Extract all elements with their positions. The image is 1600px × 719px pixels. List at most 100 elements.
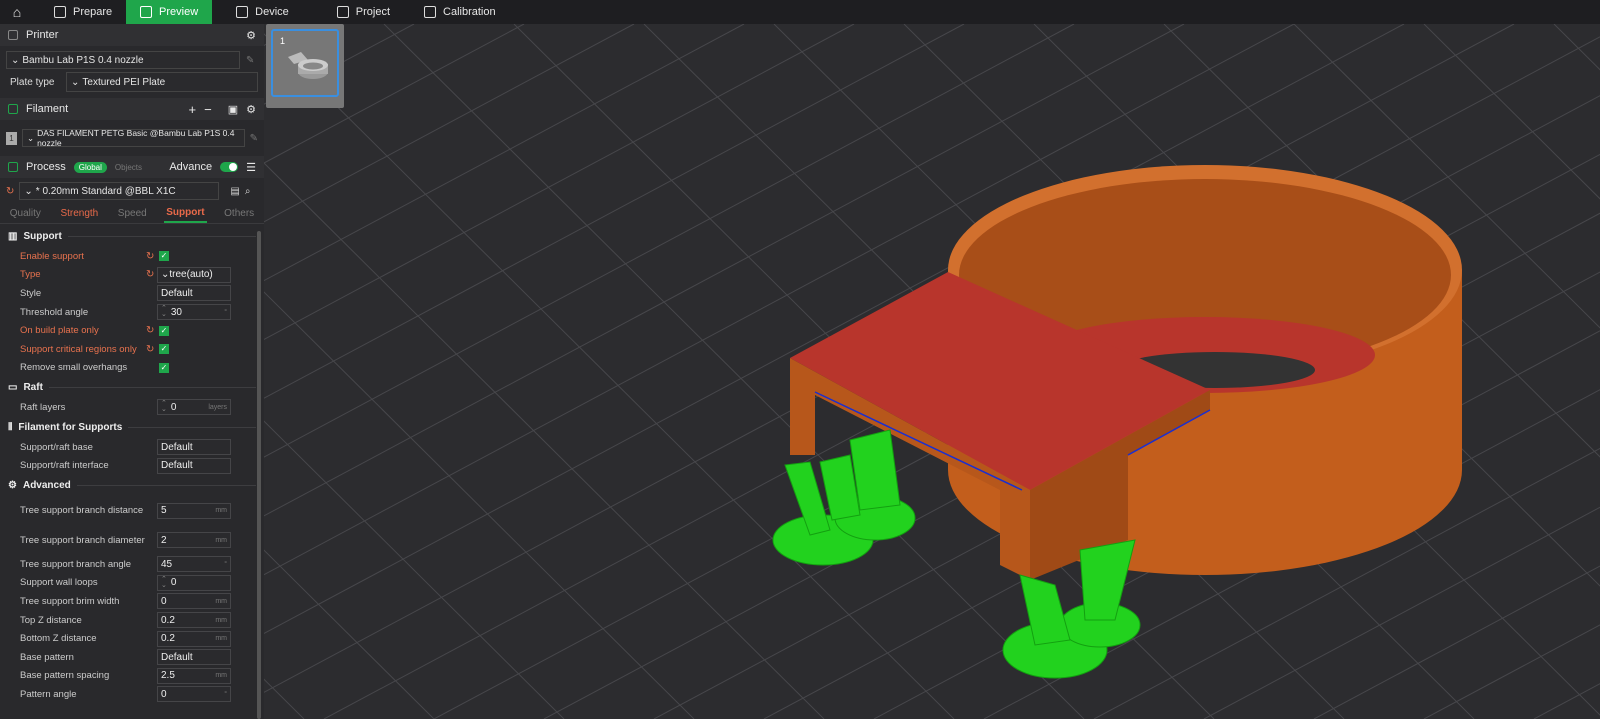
- setting-label: Pattern angle: [20, 688, 77, 700]
- tab-project[interactable]: Project: [323, 0, 404, 24]
- setting-unit: °: [224, 560, 227, 568]
- plate-type-value: Textured PEI Plate: [82, 76, 166, 88]
- setting-row: Tree support branch distance 5 mm: [0, 496, 264, 526]
- filament-header: Filament + − ▣ ⚙: [0, 98, 264, 120]
- setting-input[interactable]: 2.5 mm: [157, 667, 231, 684]
- setting-value: 30: [170, 306, 182, 318]
- setting-label: Threshold angle: [20, 306, 89, 318]
- tab-label: Calibration: [443, 6, 496, 18]
- setting-unit: mm: [215, 672, 227, 680]
- setting-input[interactable]: 0.2 mm: [157, 630, 231, 647]
- project-icon: [336, 6, 349, 18]
- add-filament-button[interactable]: +: [189, 102, 197, 117]
- setting-input[interactable]: ⌃ ⌄ 0 layers: [157, 399, 231, 416]
- setting-input[interactable]: 0 mm: [157, 593, 231, 610]
- filament-supports-group-header: ⦀ Filament for Supports: [0, 417, 264, 438]
- setting-unit: mm: [215, 536, 227, 544]
- spinner-icon[interactable]: ⌃ ⌄: [161, 400, 167, 413]
- tab-quality[interactable]: Quality: [8, 205, 43, 222]
- 3d-viewport[interactable]: [264, 24, 1600, 719]
- setting-checkbox[interactable]: ✓: [159, 362, 169, 373]
- setting-input[interactable]: ⌃ ⌄ 0: [157, 574, 231, 591]
- tab-speed[interactable]: Speed: [116, 205, 149, 222]
- setting-label: Enable support: [20, 250, 84, 262]
- grid-line: [264, 24, 525, 164]
- tab-calibration[interactable]: Calibration: [410, 0, 510, 24]
- printer-preset-select[interactable]: ⌄ Bambu Lab P1S 0.4 nozzle: [6, 51, 240, 69]
- setting-value: Default: [161, 460, 193, 472]
- setting-input[interactable]: 0.2 mm: [157, 612, 231, 629]
- scrollbar[interactable]: [257, 231, 261, 719]
- objects-toggle[interactable]: Objects: [115, 163, 142, 172]
- tab-support[interactable]: Support: [164, 204, 207, 223]
- grid-line: [1533, 683, 1600, 719]
- setting-row: Base pattern spacing 2.5 mm: [0, 667, 264, 686]
- process-icon: [8, 162, 18, 172]
- setting-label: Support/raft interface: [20, 460, 109, 472]
- advanced-icon: ⚙: [8, 479, 17, 491]
- filament-settings-icon[interactable]: ▣: [228, 103, 238, 116]
- process-tabs: Quality Strength Speed Support Others: [0, 204, 264, 224]
- setting-input[interactable]: Default: [157, 457, 231, 474]
- setting-value: 0: [170, 401, 177, 413]
- process-preset-select[interactable]: ⌄ * 0.20mm Standard @BBL X1C: [19, 182, 220, 200]
- setting-input[interactable]: Default: [157, 439, 231, 456]
- setting-value: Default: [161, 441, 193, 453]
- grid-line: [264, 24, 635, 223]
- reset-icon[interactable]: ↻: [146, 269, 154, 280]
- setting-row: Raft layers ⌃ ⌄ 0 layers: [0, 398, 264, 417]
- remove-filament-button[interactable]: −: [204, 102, 212, 117]
- tab-strength[interactable]: Strength: [58, 205, 100, 222]
- list-icon[interactable]: ☰: [246, 161, 256, 174]
- tab-prepare[interactable]: Prepare: [40, 0, 126, 24]
- printer-icon: [8, 30, 18, 40]
- reset-icon[interactable]: ↻: [146, 344, 154, 355]
- save-icon[interactable]: ▤: [230, 186, 239, 197]
- plate-type-label: Plate type: [10, 76, 55, 88]
- tab-others[interactable]: Others: [222, 205, 256, 222]
- reset-icon[interactable]: ↻: [6, 186, 14, 197]
- setting-input[interactable]: 0 °: [157, 686, 231, 703]
- grid-line: [264, 24, 855, 340]
- setting-input[interactable]: Default: [157, 649, 231, 666]
- setting-input[interactable]: Default: [157, 285, 231, 302]
- reset-icon[interactable]: ↻: [146, 325, 154, 336]
- reset-icon[interactable]: ↻: [146, 251, 154, 262]
- setting-value: 0: [161, 688, 167, 700]
- plate-type-select[interactable]: ⌄ Textured PEI Plate: [66, 72, 258, 92]
- setting-row: Remove small overhangs ✓: [0, 359, 264, 378]
- setting-input[interactable]: ⌄ tree(auto): [157, 266, 231, 283]
- setting-checkbox[interactable]: ✓: [159, 344, 169, 355]
- plate-thumbnail[interactable]: 1: [266, 24, 344, 108]
- printer-title: Printer: [26, 29, 59, 41]
- process-title: Process: [26, 161, 66, 173]
- tab-label: Device: [255, 6, 289, 18]
- tab-device[interactable]: Device: [222, 0, 303, 24]
- global-toggle[interactable]: Global: [73, 161, 107, 173]
- advance-toggle[interactable]: [220, 162, 239, 172]
- plate-preview-image: [288, 52, 328, 79]
- settings-icon[interactable]: ⚙: [246, 103, 256, 116]
- setting-input[interactable]: ⌃ ⌄ 30 °: [157, 304, 231, 321]
- settings-icon[interactable]: ⚙: [246, 29, 256, 42]
- setting-input[interactable]: 2 mm: [157, 532, 231, 549]
- spinner-icon[interactable]: ⌃ ⌄: [161, 305, 167, 318]
- edit-icon[interactable]: ✎: [250, 133, 258, 144]
- setting-label: On build plate only: [20, 325, 99, 337]
- setting-checkbox[interactable]: ✓: [159, 251, 169, 262]
- spinner-icon[interactable]: ⌃ ⌄: [161, 576, 167, 589]
- tab-preview[interactable]: Preview: [126, 0, 213, 24]
- setting-input[interactable]: 5 mm: [157, 502, 231, 519]
- filament-supports-icon: ⦀: [8, 421, 13, 433]
- setting-row: Type ↻ ⌄ tree(auto): [0, 266, 264, 285]
- setting-input[interactable]: 45 °: [157, 556, 231, 573]
- filament-preset-select[interactable]: ⌄ DAS FILAMENT PETG Basic @Bambu Lab P1S …: [21, 128, 245, 148]
- tab-label: Prepare: [73, 6, 113, 18]
- device-icon: [236, 6, 249, 18]
- settings-sidebar: Printer ⚙ ⌄ Bambu Lab P1S 0.4 nozzle ✎ Pla…: [0, 24, 264, 719]
- setting-checkbox[interactable]: ✓: [159, 325, 169, 336]
- raft-group-header: ▭ Raft: [0, 377, 264, 398]
- home-button[interactable]: ⌂: [0, 0, 34, 24]
- search-icon[interactable]: ⌕: [245, 186, 251, 197]
- edit-icon[interactable]: ✎: [246, 55, 254, 66]
